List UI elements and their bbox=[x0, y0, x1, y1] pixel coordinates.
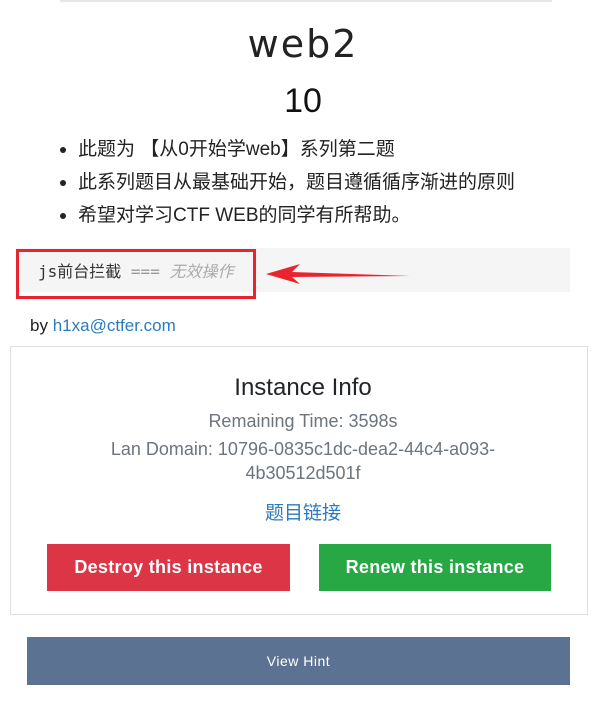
description-item: 此系列题目从最基础开始，题目遵循循序渐进的原则 bbox=[56, 166, 515, 199]
annotation-arrow-icon bbox=[266, 264, 410, 284]
author-email-link[interactable]: h1xa@ctfer.com bbox=[53, 316, 176, 335]
top-divider bbox=[60, 0, 552, 2]
annotation-highlight-box bbox=[16, 249, 256, 299]
remaining-time: Remaining Time: 3598s bbox=[208, 411, 398, 431]
lan-domain: Lan Domain: 10796-0835c1dc-dea2-44c4-a09… bbox=[110, 439, 496, 483]
description-item: 此题为 【从0开始学web】系列第二题 bbox=[56, 133, 515, 166]
instance-info-title: Instance Info bbox=[234, 374, 372, 401]
challenge-title: web2 bbox=[247, 22, 359, 66]
challenge-description: 此题为 【从0开始学web】系列第二题 此系列题目从最基础开始，题目遵循循序渐进… bbox=[56, 133, 515, 232]
view-hint-button[interactable]: View Hint bbox=[27, 637, 570, 685]
author-line: by h1xa@ctfer.com bbox=[30, 316, 176, 336]
author-prefix: by bbox=[30, 316, 48, 335]
challenge-link[interactable]: 题目链接 bbox=[0, 498, 606, 525]
renew-instance-button[interactable]: Renew this instance bbox=[319, 544, 551, 591]
challenge-score: 10 bbox=[284, 82, 322, 120]
destroy-instance-button[interactable]: Destroy this instance bbox=[47, 544, 290, 591]
description-item: 希望对学习CTF WEB的同学有所帮助。 bbox=[56, 199, 515, 232]
